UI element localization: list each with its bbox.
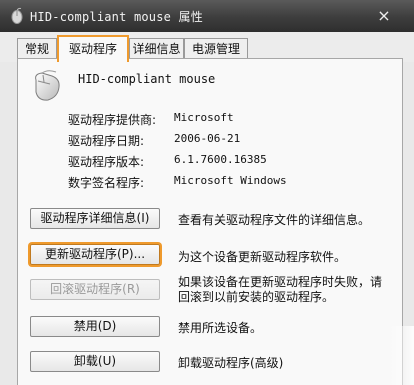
tab-power-management[interactable]: 电源管理 (184, 38, 248, 60)
mouse-icon (11, 7, 23, 24)
info-label: 驱动程序提供商: (68, 113, 157, 127)
info-label: 数字签名程序: (68, 176, 145, 190)
tab-general[interactable]: 常规 (17, 38, 57, 60)
disable-desc: 禁用所选设备。 (178, 321, 263, 335)
info-label: 驱动程序版本: (68, 155, 145, 169)
info-value: Microsoft Windows (174, 174, 287, 187)
device-mouse-icon (35, 70, 60, 101)
update-driver-desc: 为这个设备更新驱动程序软件。 (178, 250, 347, 264)
roll-back-driver-desc: 如果该设备在更新驱动程序时失败，请回滚到以前安装的驱动程序。 (178, 275, 383, 304)
roll-back-driver-button[interactable]: 回滚驱动程序(R) (30, 279, 160, 300)
title-bar: HID-compliant mouse 属性 × (0, 0, 414, 33)
info-value: 2006-06-21 (174, 132, 241, 145)
device-name: HID-compliant mouse (78, 72, 216, 86)
driver-details-button[interactable]: 驱动程序详细信息(I) (30, 208, 160, 229)
info-value: Microsoft (174, 111, 234, 124)
corner-fade (389, 326, 414, 385)
info-label: 驱动程序日期: (68, 134, 145, 148)
info-value: 6.1.7600.16385 (174, 153, 267, 166)
uninstall-desc: 卸载驱动程序(高级) (178, 356, 284, 370)
close-button[interactable]: × (373, 5, 395, 27)
disable-button[interactable]: 禁用(D) (30, 316, 160, 337)
tab-driver[interactable]: 驱动程序 (57, 35, 129, 62)
tab-details[interactable]: 详细信息 (129, 38, 184, 60)
driver-details-desc: 查看有关驱动程序文件的详细信息。 (178, 213, 371, 227)
uninstall-button[interactable]: 卸载(U) (30, 351, 160, 372)
window-title: HID-compliant mouse 属性 (30, 10, 203, 24)
update-driver-button[interactable]: 更新驱动程序(P)... (30, 244, 160, 265)
